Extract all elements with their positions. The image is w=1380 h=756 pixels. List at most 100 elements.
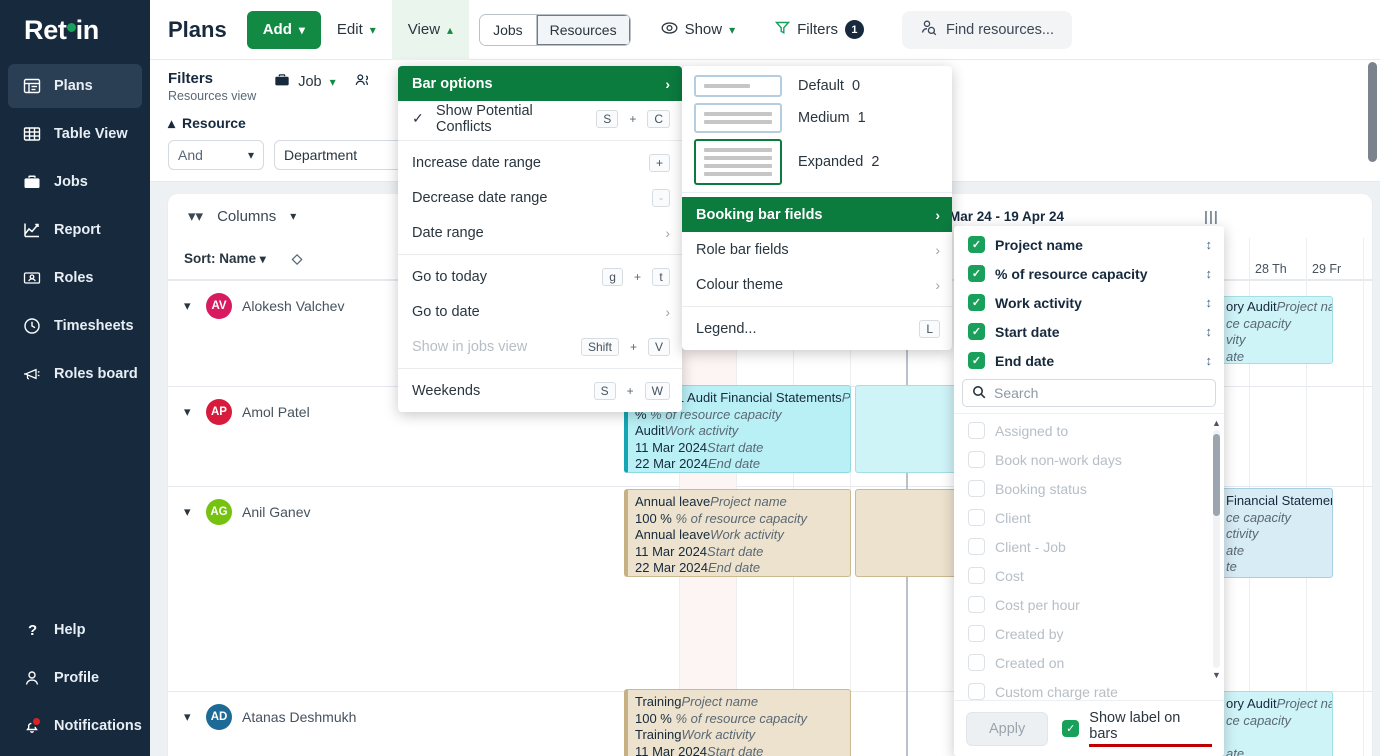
booking-bar-right-partial[interactable]: ory AuditProject nam ce capacity vity at… <box>1218 296 1333 364</box>
booking-bar-right-partial[interactable]: ory AuditProject nam ce capacity ate te <box>1218 691 1333 756</box>
sidebar-item-roles[interactable]: Roles <box>8 256 142 300</box>
row-expand-chevron-icon[interactable]: ▾ <box>184 709 196 725</box>
menu-item-go-to-today[interactable]: Go to today g+t <box>398 259 682 294</box>
shortcut-key: t <box>652 268 670 286</box>
field-row-book-non-work-days[interactable]: Book non-work days <box>954 445 1224 474</box>
resource-filter-chip[interactable] <box>354 72 372 92</box>
bar-size-medium[interactable]: Medium1 <box>682 100 952 136</box>
menu-item-booking-bar-fields[interactable]: Booking bar fields › <box>682 197 952 232</box>
menu-item-bar-options[interactable]: Bar options › <box>398 66 682 101</box>
menu-item-show-potential-conflicts[interactable]: ✓ Show Potential Conflicts S+C <box>398 101 682 136</box>
segment-option-resources[interactable]: Resources <box>537 15 630 45</box>
drag-handle-icon[interactable]: ↕ <box>1206 353 1213 368</box>
sidebar-item-profile[interactable]: Profile <box>8 656 142 700</box>
field-row-created-by[interactable]: Created by <box>954 619 1224 648</box>
checkbox-checked-icon[interactable]: ✓ <box>968 236 985 253</box>
field-row-created-on[interactable]: Created on <box>954 648 1224 677</box>
scroll-down-arrow-icon[interactable]: ▼ <box>1212 670 1221 680</box>
checkbox-icon[interactable] <box>968 625 985 642</box>
scroll-up-arrow-icon[interactable]: ▲ <box>1212 418 1221 428</box>
checkbox-checked-icon[interactable]: ✓ <box>968 323 985 340</box>
booking-bar[interactable]: Annual leaveProject name 100 % % of reso… <box>624 489 851 577</box>
page-scrollbar[interactable] <box>1368 62 1377 162</box>
field-row-cost-per-hour[interactable]: Cost per hour <box>954 590 1224 619</box>
checkbox-checked-icon[interactable]: ✓ <box>1062 720 1079 737</box>
menu-item-legend[interactable]: Legend... L <box>682 311 952 346</box>
field-row-cost[interactable]: Cost <box>954 561 1224 590</box>
menu-item-decrease-date-range[interactable]: Decrease date range - <box>398 180 682 215</box>
show-menu-button[interactable]: Show ▾ <box>645 0 752 60</box>
checkbox-icon[interactable] <box>968 422 985 439</box>
field-row-work-activity[interactable]: ✓ Work activity ↕ <box>954 288 1224 317</box>
menu-item-date-range[interactable]: Date range › <box>398 215 682 250</box>
sort-direction-icon[interactable]: ◇ <box>292 251 302 267</box>
drag-handle-icon[interactable]: ↕ <box>1206 324 1213 339</box>
row-expand-chevron-icon[interactable]: ▾ <box>184 504 196 520</box>
checkbox-icon[interactable] <box>968 538 985 555</box>
field-row-project-name[interactable]: ✓ Project name ↕ <box>954 230 1224 259</box>
checkbox-checked-icon[interactable]: ✓ <box>968 352 985 369</box>
available-fields-list[interactable]: Assigned to Book non-work days Booking s… <box>954 413 1224 700</box>
and-or-select[interactable]: And ▾ <box>168 140 264 170</box>
drag-handle-icon[interactable]: ↕ <box>1206 266 1213 281</box>
sidebar-item-roles-board[interactable]: Roles board <box>8 352 142 396</box>
find-resources-input[interactable]: Find resources... <box>902 11 1072 49</box>
menu-item-increase-date-range[interactable]: Increase date range + <box>398 145 682 180</box>
checkbox-icon[interactable] <box>968 509 985 526</box>
field-row-end-date[interactable]: ✓ End date ↕ <box>954 346 1224 375</box>
menu-item-colour-theme[interactable]: Colour theme › <box>682 267 952 302</box>
chevron-up-icon: ▴ <box>447 24 453 36</box>
job-filter-chip[interactable]: Job ▾ <box>274 72 335 92</box>
chevron-down-icon[interactable]: ▾ <box>290 210 296 222</box>
checkbox-icon[interactable] <box>968 567 985 584</box>
show-label-on-bars-toggle[interactable]: ✓ Show label on bars <box>1062 710 1212 747</box>
bar-size-default[interactable]: Default0 <box>682 72 952 100</box>
drag-handle-icon[interactable]: ↕ <box>1206 295 1213 310</box>
checkbox-checked-icon[interactable]: ✓ <box>968 294 985 311</box>
apply-button[interactable]: Apply <box>966 712 1048 746</box>
field-row-client[interactable]: Client <box>954 503 1224 532</box>
add-button[interactable]: Add ▾ <box>247 11 321 49</box>
sidebar-item-label: Table View <box>54 126 128 142</box>
field-row-assigned-to[interactable]: Assigned to <box>954 416 1224 445</box>
sidebar-item-jobs[interactable]: Jobs <box>8 160 142 204</box>
field-row-booking-status[interactable]: Booking status <box>954 474 1224 503</box>
booking-bar[interactable]: TrainingProject name 100 % % of resource… <box>624 689 851 756</box>
menu-item-role-bar-fields[interactable]: Role bar fields › <box>682 232 952 267</box>
menu-item-weekends[interactable]: Weekends S+W <box>398 373 682 408</box>
drag-handle-icon[interactable]: ↕ <box>1206 237 1213 252</box>
segment-option-jobs[interactable]: Jobs <box>480 15 537 45</box>
scroll-thumb[interactable] <box>1213 434 1220 516</box>
view-mode-segmented[interactable]: Jobs Resources <box>479 14 631 46</box>
checkbox-icon[interactable] <box>968 654 985 671</box>
sidebar-item-help[interactable]: ? Help <box>8 608 142 652</box>
double-chevron-down-icon[interactable]: ▾▾ <box>188 207 203 225</box>
menu-item-go-to-date[interactable]: Go to date › <box>398 294 682 329</box>
checkbox-icon[interactable] <box>968 480 985 497</box>
sort-button[interactable]: Sort: Name ▾ <box>184 251 266 266</box>
sidebar-item-table-view[interactable]: Table View <box>8 112 142 156</box>
search-input[interactable]: Search <box>962 379 1216 407</box>
sidebar-bottom: ? Help Profile Notifications <box>0 604 150 756</box>
checkbox-icon[interactable] <box>968 451 985 468</box>
sidebar-item-notifications[interactable]: Notifications <box>8 704 142 748</box>
bar-size-expanded[interactable]: Expanded2 <box>682 136 952 188</box>
field-row-start-date[interactable]: ✓ Start date ↕ <box>954 317 1224 346</box>
row-expand-chevron-icon[interactable]: ▾ <box>184 298 196 314</box>
sidebar-item-timesheets[interactable]: Timesheets <box>8 304 142 348</box>
field-row-custom-charge-rate[interactable]: Custom charge rate <box>954 677 1224 700</box>
field-row-capacity[interactable]: ✓ % of resource capacity ↕ <box>954 259 1224 288</box>
sidebar-item-plans[interactable]: Plans <box>8 64 142 108</box>
checkbox-checked-icon[interactable]: ✓ <box>968 265 985 282</box>
field-row-client-job[interactable]: Client - Job <box>954 532 1224 561</box>
row-expand-chevron-icon[interactable]: ▾ <box>184 404 196 420</box>
edit-menu-button[interactable]: Edit ▾ <box>321 0 392 60</box>
checkbox-icon[interactable] <box>968 596 985 613</box>
checkbox-icon[interactable] <box>968 683 985 700</box>
view-menu-button[interactable]: View ▴ <box>392 0 469 60</box>
sidebar-item-report[interactable]: Report <box>8 208 142 252</box>
fields-scrollbar[interactable]: ▲ ▼ <box>1213 420 1220 678</box>
booking-bar-right-partial[interactable]: Financial Statements ce capacity ctivity… <box>1218 488 1333 578</box>
filters-button[interactable]: Filters 1 <box>759 0 880 60</box>
right-resize-grip[interactable]: ||| <box>1204 208 1219 224</box>
